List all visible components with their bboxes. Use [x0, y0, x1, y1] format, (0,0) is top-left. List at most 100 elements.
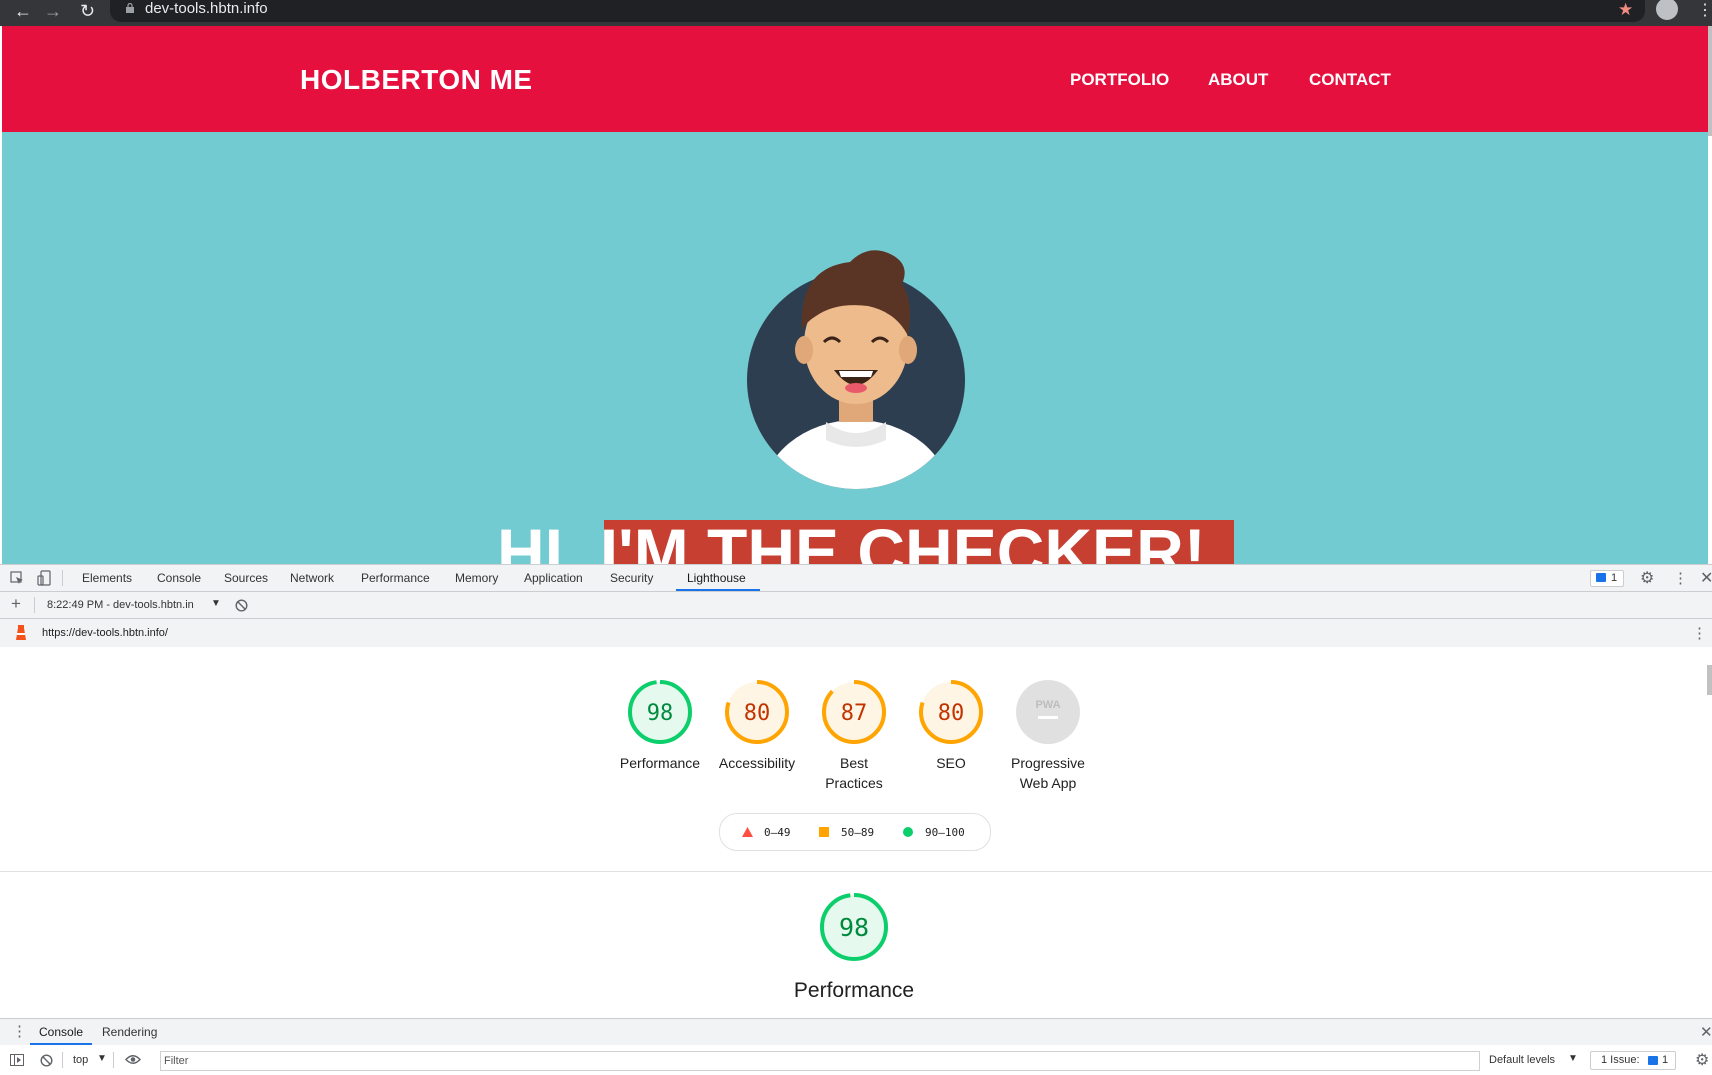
log-levels-caret-icon[interactable]: ▼ — [1568, 1053, 1578, 1064]
profile-avatar-icon[interactable] — [1656, 0, 1678, 20]
nav-portfolio[interactable]: PORTFOLIO — [1070, 70, 1169, 90]
nav-contact[interactable]: CONTACT — [1309, 70, 1391, 90]
lock-icon — [126, 3, 134, 13]
inspect-element-icon[interactable] — [10, 571, 24, 585]
gauge-accessibility[interactable]: 80 — [722, 677, 792, 752]
gauge-performance[interactable]: 98 — [625, 677, 695, 752]
devtools-panel: Elements Console Sources Network Perform… — [0, 564, 1712, 1075]
legend-fail-label: 0–49 — [764, 826, 791, 839]
live-expression-eye-icon[interactable] — [125, 1054, 141, 1065]
gauge-best-practices[interactable]: 87 — [819, 677, 889, 752]
devtools-tab-bar: Elements Console Sources Network Perform… — [0, 565, 1712, 592]
drawer-tab-rendering[interactable]: Rendering — [102, 1025, 157, 1039]
gauge-seo-ring: 80 — [919, 680, 983, 744]
avatar — [747, 250, 965, 489]
gauge-best-practices-label-line2: Practices — [825, 775, 883, 791]
site-header: HOLBERTON ME PORTFOLIO ABOUT CONTACT — [2, 26, 1708, 132]
gauge-seo[interactable]: 80 — [916, 677, 986, 752]
active-tab-indicator — [676, 589, 760, 591]
new-report-icon[interactable]: + — [11, 594, 21, 614]
report-url-bar: https://dev-tools.hbtn.info/ ⋮ — [0, 619, 1712, 647]
clear-icon[interactable] — [235, 599, 248, 612]
drawer-tab-bar: ⋮ Console Rendering ✕ — [0, 1018, 1712, 1046]
close-devtools-icon[interactable]: ✕ — [1700, 568, 1712, 588]
address-bar-url[interactable]: dev-tools.hbtn.info — [145, 0, 268, 17]
tab-network[interactable]: Network — [290, 571, 334, 585]
bookmark-star-icon[interactable]: ★ — [1618, 0, 1633, 20]
console-filter-input[interactable]: Filter — [160, 1051, 1480, 1071]
console-issues-label: 1 Issue: — [1601, 1054, 1640, 1066]
drawer-menu-icon[interactable]: ⋮ — [12, 1022, 27, 1040]
gauge-accessibility-ring: 80 — [725, 680, 789, 744]
report-selector-caret-icon[interactable]: ▼ — [211, 598, 221, 609]
hero-name: I'M THE CHECKER! — [599, 515, 1206, 564]
gauge-pwa-label-line1: Progressive — [1011, 755, 1085, 771]
console-issues-count: 1 — [1662, 1054, 1669, 1066]
tab-security[interactable]: Security — [610, 571, 653, 585]
devtools-menu-icon[interactable]: ⋮ — [1673, 569, 1688, 587]
legend-pass-label: 90–100 — [925, 826, 965, 839]
performance-section-title: Performance — [793, 979, 915, 1002]
website-viewport: HOLBERTON ME PORTFOLIO ABOUT CONTACT HI,… — [2, 26, 1708, 564]
browser-toolbar: ← → ↻ dev-tools.hbtn.info ★ ⋮ — [0, 0, 1712, 26]
legend-average-square-icon — [819, 827, 829, 837]
tab-performance[interactable]: Performance — [361, 571, 430, 585]
console-filter-placeholder: Filter — [164, 1055, 189, 1067]
report-url[interactable]: https://dev-tools.hbtn.info/ — [42, 627, 168, 639]
page-scrollbar[interactable] — [1708, 26, 1712, 136]
score-legend: 0–49 50–89 90–100 — [719, 813, 991, 851]
console-settings-gear-icon[interactable]: ⚙ — [1695, 1050, 1709, 1070]
site-logo[interactable]: HOLBERTON ME — [300, 64, 533, 96]
tab-application[interactable]: Application — [524, 571, 583, 585]
gauge-performance-value: 98 — [647, 701, 674, 726]
device-toolbar-icon[interactable] — [37, 570, 51, 586]
report-menu-icon[interactable]: ⋮ — [1692, 624, 1707, 642]
context-selector[interactable]: top — [73, 1054, 88, 1066]
browser-menu-icon[interactable]: ⋮ — [1697, 0, 1712, 20]
gauge-performance-ring: 98 — [628, 680, 692, 744]
address-bar[interactable] — [110, 0, 1645, 22]
legend-average-label: 50–89 — [841, 826, 875, 839]
back-button[interactable]: ← — [14, 2, 32, 20]
pwa-badge-text: PWA — [1035, 699, 1060, 711]
tab-elements[interactable]: Elements — [82, 571, 132, 585]
sidebar-toggle-icon[interactable] — [10, 1054, 24, 1066]
issue-message-icon — [1648, 1056, 1658, 1065]
pwa-badge-icon: PWA — [1016, 680, 1080, 744]
gauge-pwa[interactable]: PWA — [1013, 677, 1083, 752]
report-scrollbar[interactable] — [1707, 665, 1712, 695]
gauge-best-practices-ring: 87 — [822, 680, 886, 744]
toolbar-divider — [34, 597, 35, 613]
issues-badge[interactable]: 1 — [1590, 570, 1624, 587]
context-caret-icon[interactable]: ▼ — [97, 1053, 107, 1064]
log-levels-dropdown[interactable]: Default levels — [1489, 1054, 1555, 1066]
hero-greeting: HI, — [497, 515, 600, 564]
console-divider — [113, 1052, 114, 1068]
gauge-pwa-label-line2: Web App — [1019, 775, 1077, 791]
gauge-pwa-label: Progressive Web App — [988, 753, 1108, 793]
lighthouse-toolbar: + 8:22:49 PM - dev-tools.hbtn.in ▼ — [0, 592, 1712, 619]
clear-console-icon[interactable] — [40, 1054, 53, 1067]
performance-section-ring: 98 — [820, 893, 888, 961]
issues-badge-count: 1 — [1611, 572, 1618, 584]
gauge-accessibility-value: 80 — [744, 701, 771, 726]
reload-button[interactable]: ↻ — [80, 2, 95, 20]
legend-pass-circle-icon — [903, 827, 913, 837]
close-drawer-icon[interactable]: ✕ — [1700, 1023, 1712, 1041]
console-divider — [62, 1052, 63, 1068]
message-icon — [1596, 573, 1606, 582]
hero-heading: HI, I'M THE CHECKER! — [497, 514, 1206, 564]
lighthouse-logo-icon — [16, 625, 26, 640]
section-divider — [0, 871, 1712, 872]
performance-section-gauge: 98 — [818, 891, 890, 968]
tab-console[interactable]: Console — [157, 571, 201, 585]
report-selector[interactable]: 8:22:49 PM - dev-tools.hbtn.in — [47, 599, 207, 611]
tab-lighthouse[interactable]: Lighthouse — [687, 571, 746, 585]
settings-gear-icon[interactable]: ⚙ — [1640, 568, 1654, 588]
tab-sources[interactable]: Sources — [224, 571, 268, 585]
drawer-tab-console[interactable]: Console — [39, 1025, 83, 1039]
tab-memory[interactable]: Memory — [455, 571, 498, 585]
console-issues-button[interactable]: 1 Issue: 1 — [1590, 1051, 1676, 1070]
forward-button[interactable]: → — [44, 2, 62, 20]
nav-about[interactable]: ABOUT — [1208, 70, 1268, 90]
